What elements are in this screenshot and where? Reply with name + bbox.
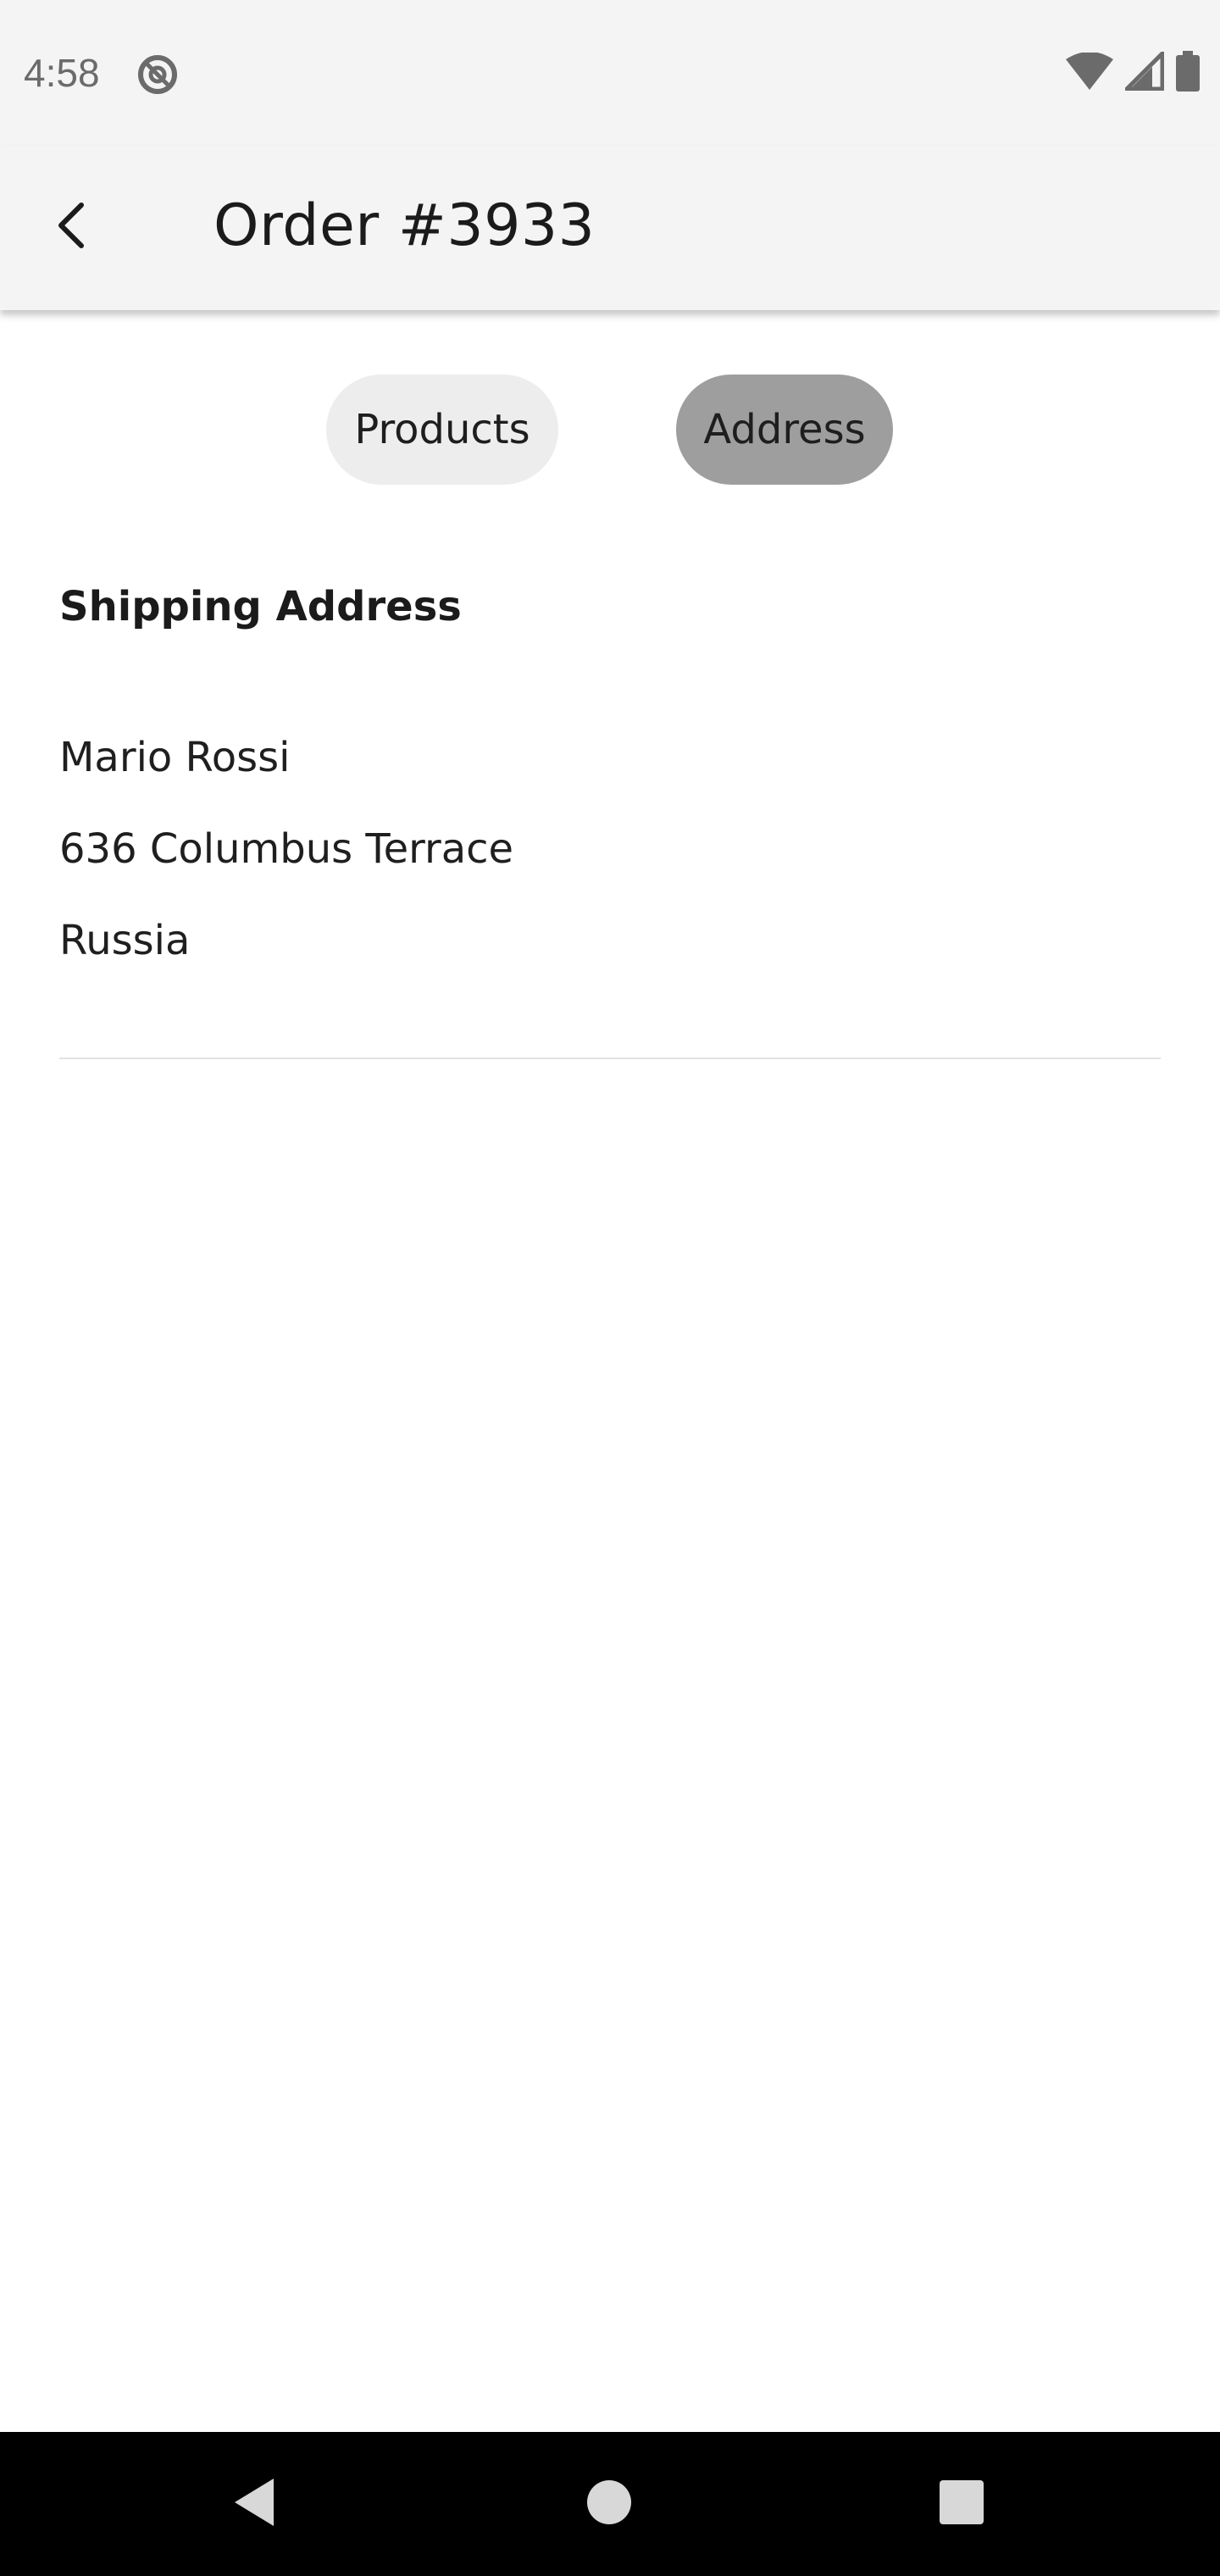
shipping-address-section: Shipping Address Mario Rossi 636 Columbu…: [59, 576, 1161, 964]
recipient-name: Mario Rossi: [59, 734, 291, 781]
country: Russia: [59, 917, 191, 964]
back-triangle-icon: [230, 2475, 280, 2533]
nav-recents-button[interactable]: [923, 2466, 1000, 2542]
app-bar: Order #3933: [0, 146, 1220, 310]
back-button[interactable]: [34, 190, 108, 264]
wifi-icon: [1066, 52, 1113, 93]
chevron-left-icon: [53, 200, 90, 254]
cellular-signal-icon: [1121, 47, 1165, 94]
tab-bar: Products Address: [0, 375, 1220, 485]
home-circle-icon: [585, 2479, 633, 2529]
street-address: 636 Columbus Terrace: [59, 825, 514, 873]
status-bar: 4:58: [0, 0, 1220, 146]
divider: [59, 1058, 1161, 1059]
address-lines: Mario Rossi 636 Columbus Terrace Russia: [59, 727, 513, 1002]
tab-address[interactable]: Address: [676, 375, 893, 485]
status-icons: [1066, 47, 1200, 95]
recents-square-icon: [939, 2479, 984, 2529]
tab-products[interactable]: Products: [326, 375, 558, 485]
section-heading: Shipping Address: [59, 583, 462, 630]
system-nav-bar: [0, 2432, 1220, 2576]
app-notification-icon: [136, 53, 180, 97]
nav-home-button[interactable]: [571, 2466, 647, 2542]
status-time: 4:58: [24, 51, 100, 95]
page-title: Order #3933: [214, 192, 596, 259]
nav-back-button[interactable]: [217, 2466, 293, 2542]
battery-icon: [1176, 51, 1200, 95]
